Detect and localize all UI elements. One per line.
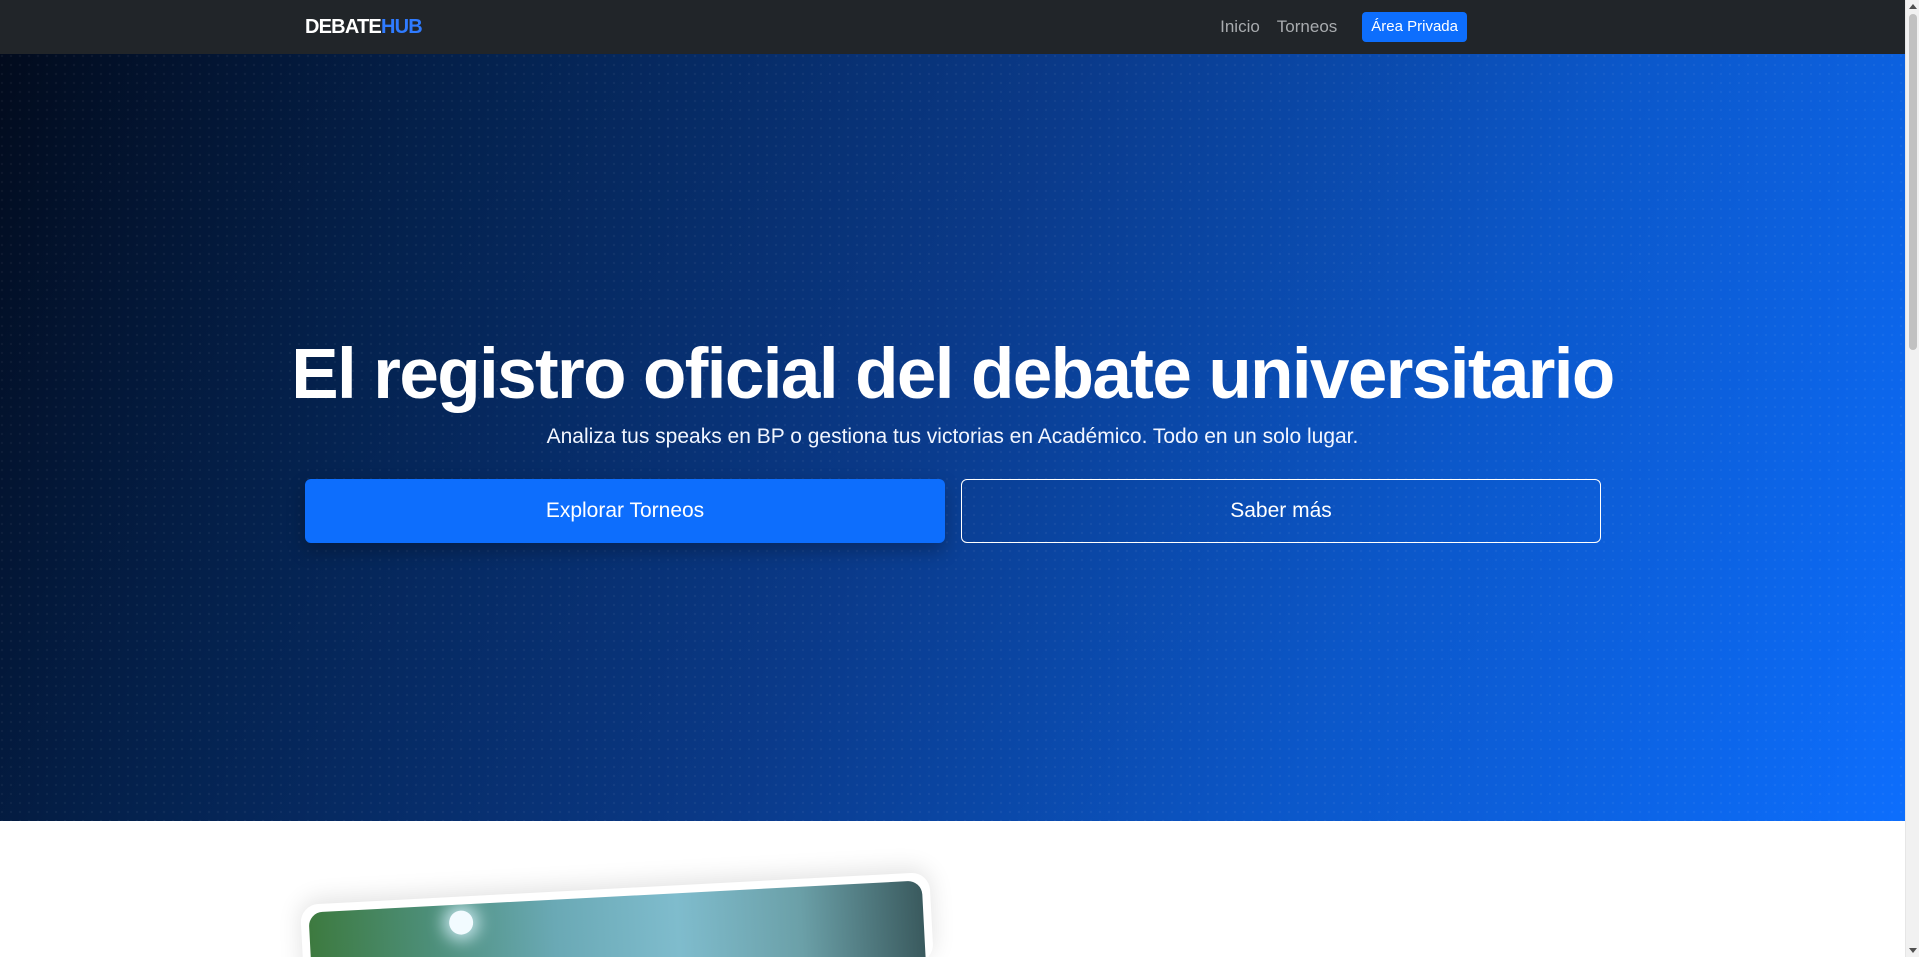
navbar: DEBATEHUB Inicio Torneos Área Privada [0, 0, 1905, 54]
brand-logo[interactable]: DEBATEHUB [305, 15, 423, 39]
page: DEBATEHUB Inicio Torneos Área Privada El… [0, 0, 1905, 957]
light-spot [448, 909, 474, 936]
nav-link-inicio[interactable]: Inicio [1220, 17, 1260, 37]
page-scrollbar[interactable] [1905, 0, 1919, 957]
scroll-up-arrow-icon[interactable] [1909, 4, 1917, 9]
preview-image-card [300, 872, 934, 957]
learn-more-button[interactable]: Saber más [961, 479, 1601, 543]
brand-text-accent: HUB [380, 16, 423, 38]
nav-link-torneos[interactable]: Torneos [1277, 17, 1337, 37]
hero-title: El registro oficial del debate universit… [291, 335, 1615, 414]
nav-links: Inicio Torneos Área Privada [1220, 0, 1467, 54]
preview-photo [308, 880, 926, 957]
scroll-down-arrow-icon[interactable] [1909, 948, 1917, 953]
private-area-button[interactable]: Área Privada [1362, 12, 1467, 42]
explore-tournaments-button[interactable]: Explorar Torneos [305, 479, 945, 543]
brand-text-primary: DEBATE [305, 16, 382, 38]
hero-subtitle: Analiza tus speaks en BP o gestiona tus … [546, 425, 1359, 448]
scrollbar-thumb[interactable] [1909, 14, 1917, 350]
hero-section: El registro oficial del debate universit… [0, 54, 1905, 821]
